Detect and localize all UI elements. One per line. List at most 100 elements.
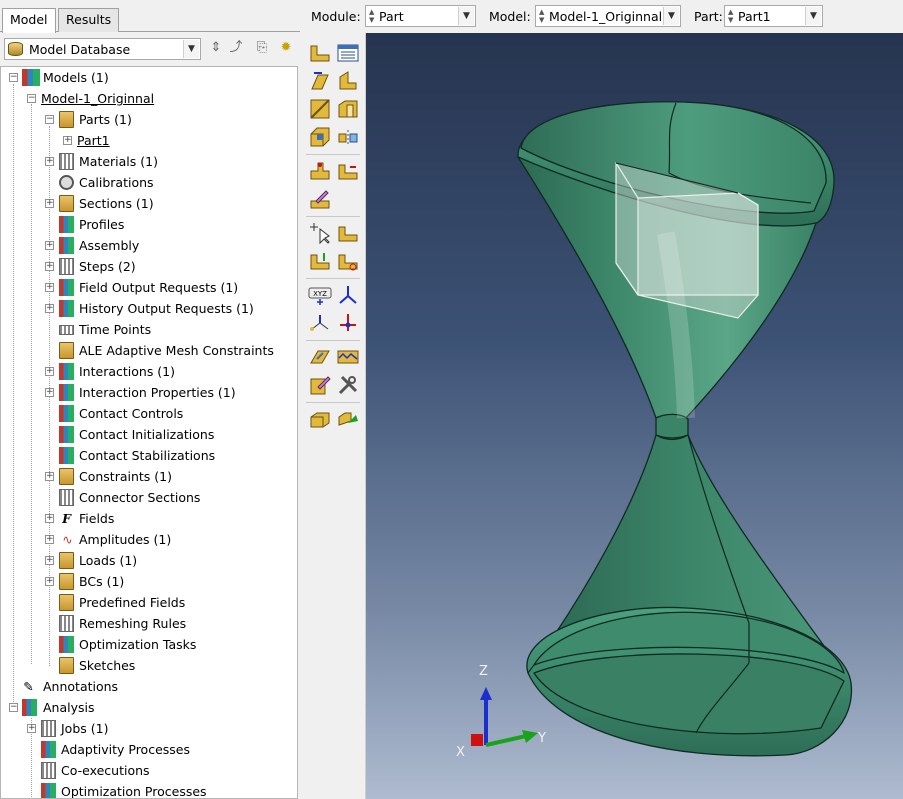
interaction-properties-icon	[59, 384, 74, 401]
materials-icon	[59, 153, 74, 170]
history-output-icon	[59, 300, 74, 317]
module-select[interactable]: ▲ ▼ Part ▼	[365, 5, 476, 27]
collapse-icon[interactable]: −	[9, 703, 18, 712]
expand-icon[interactable]: +	[63, 136, 72, 145]
part-manager-icon[interactable]	[336, 41, 360, 65]
bcs-icon	[59, 573, 74, 590]
time-points-icon	[59, 325, 74, 335]
module-label: Module:	[311, 9, 361, 24]
model-label: Model:	[489, 9, 531, 24]
toolbox-separator	[306, 278, 360, 279]
toolbox-separator	[306, 402, 360, 403]
constraints-icon	[59, 468, 74, 485]
spin-arrows-icon: ▲ ▼	[369, 8, 375, 24]
ale-icon	[59, 342, 74, 359]
expand-icon[interactable]: +	[45, 304, 54, 313]
remove-face-icon[interactable]	[336, 249, 360, 273]
chevron-down-icon[interactable]: ▼	[663, 7, 679, 25]
toolbox-separator	[306, 216, 360, 217]
extrude-face-icon[interactable]	[308, 249, 332, 273]
collapse-icon[interactable]: −	[45, 115, 54, 124]
jobs-icon	[41, 720, 56, 737]
sketch-icon[interactable]	[308, 345, 332, 369]
connector-sections-icon	[59, 489, 74, 506]
parts-icon	[59, 111, 74, 128]
analysis-icon	[22, 699, 37, 716]
create-part-icon[interactable]	[308, 41, 332, 65]
expand-icon[interactable]: +	[45, 577, 54, 586]
create-wire-icon[interactable]	[308, 97, 332, 121]
part-label: Part:	[694, 9, 723, 24]
chevron-down-icon[interactable]: ▼	[458, 7, 474, 25]
create-round-icon[interactable]	[308, 125, 332, 149]
steps-icon	[59, 258, 74, 275]
viewport-canvas[interactable]: Z Y X	[366, 33, 903, 799]
create-cut-icon[interactable]	[336, 97, 360, 121]
filter-tree-icon[interactable]: ⎘	[252, 38, 272, 58]
chevron-down-icon[interactable]: ▼	[183, 40, 199, 58]
create-solid-extrude-icon[interactable]	[308, 69, 332, 93]
optimization-tasks-icon	[59, 636, 74, 653]
profiles-icon	[59, 216, 74, 233]
axis-y-label: Y	[538, 731, 546, 746]
expand-icon[interactable]: +	[45, 472, 54, 481]
move-up-down-icon[interactable]: ⇕	[206, 38, 226, 58]
edit-feature-icon[interactable]	[308, 187, 332, 211]
database-icon	[8, 42, 23, 56]
expand-icon[interactable]: +	[45, 283, 54, 292]
loads-icon	[59, 552, 74, 569]
tab-bar: Model Results	[0, 8, 300, 33]
optimization-processes-icon	[41, 783, 56, 798]
amplitudes-icon: ∿	[62, 532, 73, 547]
datum-plane-icon[interactable]	[308, 311, 332, 335]
collapse-icon[interactable]: −	[27, 94, 36, 103]
parent-folder-icon[interactable]: ⤴	[226, 38, 246, 58]
repair-geometry-icon[interactable]	[336, 345, 360, 369]
datum-axis-icon[interactable]	[336, 283, 360, 307]
assembly-icon	[59, 237, 74, 254]
datum-point-coords-icon[interactable]	[336, 311, 360, 335]
mirror-part-icon[interactable]	[336, 125, 360, 149]
query-pick-icon[interactable]	[308, 221, 332, 245]
collapse-icon[interactable]: −	[9, 73, 18, 82]
predefined-fields-icon	[59, 594, 74, 611]
convert-part-icon[interactable]	[336, 407, 360, 431]
part-select[interactable]: ▲ ▼ Part1 ▼	[724, 5, 823, 27]
remeshing-rules-icon	[59, 615, 74, 632]
expand-icon[interactable]: +	[45, 367, 54, 376]
tab-results[interactable]: Results	[58, 8, 120, 32]
expand-icon[interactable]: +	[27, 724, 36, 733]
lightbulb-icon[interactable]: ✹	[276, 38, 296, 58]
expand-icon[interactable]: +	[45, 514, 54, 523]
model-tree: − Models (1) − Model-1_Originnal − Parts…	[0, 66, 298, 799]
axis-triad	[471, 687, 538, 747]
create-partition-icon[interactable]	[336, 221, 360, 245]
svg-text:XYZ: XYZ	[313, 290, 327, 298]
tools-icon[interactable]	[336, 373, 360, 397]
axis-z-label: Z	[479, 664, 488, 679]
virtual-topology-icon[interactable]	[308, 373, 332, 397]
model-database-select[interactable]: Model Database ▼	[4, 38, 201, 60]
tab-model[interactable]: Model	[2, 8, 56, 33]
fields-icon: F	[62, 511, 71, 526]
datum-point-icon[interactable]	[308, 159, 332, 183]
toolbox-separator	[306, 154, 360, 155]
model-select[interactable]: ▲ ▼ Model-1_Originnal ▼	[535, 5, 681, 27]
partition-icon[interactable]	[336, 159, 360, 183]
geometry-edit-icon[interactable]	[308, 407, 332, 431]
expand-icon[interactable]: +	[45, 262, 54, 271]
expand-icon[interactable]: +	[45, 157, 54, 166]
expand-icon[interactable]: +	[45, 388, 54, 397]
database-toolbar: Model Database ▼ ⇕ ⤴ ⎘ ✹	[4, 36, 296, 62]
sections-icon	[59, 195, 74, 212]
toolbox-separator	[306, 340, 360, 341]
expand-icon[interactable]: +	[45, 556, 54, 565]
expand-icon[interactable]: +	[45, 199, 54, 208]
datum-csys-icon[interactable]: XYZ	[308, 283, 332, 307]
create-shell-icon[interactable]	[336, 69, 360, 93]
expand-icon[interactable]: +	[45, 241, 54, 250]
calibration-icon	[59, 175, 74, 190]
chevron-down-icon[interactable]: ▼	[805, 7, 821, 25]
expand-icon[interactable]: +	[45, 535, 54, 544]
context-bar: Module: ▲ ▼ Part ▼ Model: ▲ ▼ Model-1_Orig…	[300, 0, 903, 33]
